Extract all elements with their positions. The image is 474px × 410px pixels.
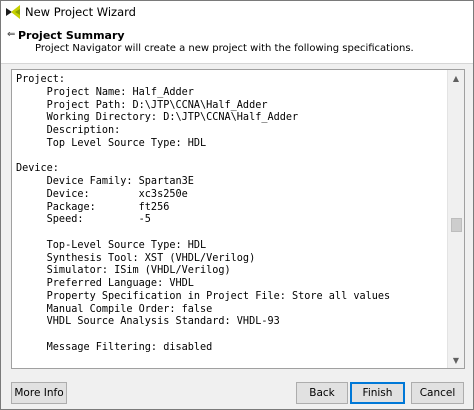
scroll-down-arrow-icon[interactable]: ▼ (448, 352, 464, 368)
finish-button[interactable]: Finish (350, 382, 405, 404)
xilinx-logo-icon (6, 5, 20, 19)
scroll-up-arrow-icon[interactable]: ▲ (448, 70, 464, 86)
title-bar: New Project Wizard (1, 1, 473, 23)
wizard-header: ⇐ Project Summary Project Navigator will… (1, 23, 473, 64)
back-button[interactable]: Back (296, 382, 348, 404)
page-description: Project Navigator will create a new proj… (35, 43, 414, 54)
window-title: New Project Wizard (25, 5, 136, 19)
vertical-scrollbar[interactable]: ▲ ▼ (447, 70, 464, 368)
project-summary-text[interactable]: Project: Project Name: Half_Adder Projec… (12, 70, 448, 368)
cancel-button[interactable]: Cancel (411, 382, 464, 404)
back-arrow-icon[interactable]: ⇐ (7, 30, 17, 40)
summary-panel: Project: Project Name: Half_Adder Projec… (11, 69, 465, 369)
page-title: Project Summary (18, 29, 125, 42)
new-project-wizard-window: New Project Wizard ⇐ Project Summary Pro… (0, 0, 474, 410)
more-info-button[interactable]: More Info (11, 382, 67, 404)
scroll-thumb[interactable] (451, 218, 462, 232)
